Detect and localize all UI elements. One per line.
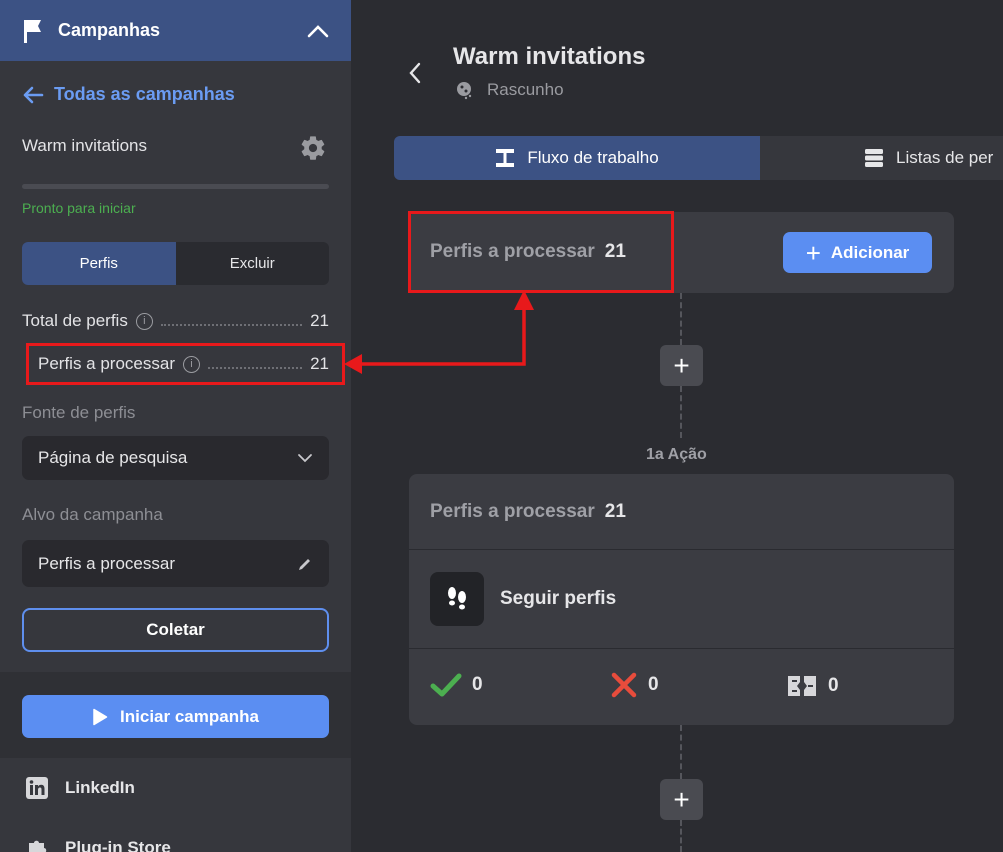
failed-count: 0 (648, 674, 659, 695)
action-card: Perfis a processar 21 (409, 474, 954, 725)
campaign-progress-bar (22, 184, 329, 189)
page-title: Warm invitations (453, 43, 646, 70)
profile-source-label: Fonte de perfis (22, 403, 136, 422)
segment-profiles[interactable]: Perfis (22, 242, 176, 285)
collect-button[interactable]: Coletar (22, 608, 329, 652)
tab-profile-lists-label: Listas de per (896, 148, 994, 167)
connector-line (680, 725, 682, 779)
start-campaign-label: Iniciar campanha (120, 706, 259, 726)
profiles-segment: Perfis Excluir (22, 242, 329, 285)
profile-source-value: Página de pesquisa (38, 448, 188, 467)
all-campaigns-label: Todas as campanhas (54, 84, 235, 104)
connector-line (680, 386, 682, 438)
check-icon (430, 673, 462, 697)
play-icon (93, 708, 108, 725)
stat-total-profiles: Total de perfis i 21 (22, 311, 329, 331)
campaign-target-value: Perfis a processar (38, 553, 175, 573)
linkedin-icon (26, 777, 48, 799)
list-icon (865, 149, 883, 167)
profile-source-select[interactable]: Página de pesquisa (22, 436, 329, 480)
workflow-icon (496, 149, 515, 167)
failed-counter: 0 (610, 672, 659, 698)
success-counter: 0 (430, 672, 483, 698)
connector-line (680, 293, 682, 345)
campaigns-header-title: Campanhas (58, 20, 161, 40)
puzzle-icon (29, 840, 47, 852)
all-campaigns-link[interactable]: Todas as campanhas (22, 84, 235, 105)
nav-plugin-store-label: Plug-in Store (65, 838, 171, 852)
campaign-target-label: Alvo da campanha (22, 505, 163, 524)
pencil-icon[interactable] (297, 556, 313, 572)
main-tabs: Fluxo de trabalho Listas de per (394, 136, 1003, 180)
highlight-sidebar-stat (26, 343, 345, 385)
add-step-button[interactable]: + (660, 345, 703, 386)
skipped-counter: 0 (786, 672, 839, 700)
card-divider (409, 549, 954, 550)
info-icon[interactable]: i (135, 312, 153, 330)
card-divider (409, 648, 954, 649)
plus-icon: + (805, 237, 821, 268)
chevron-up-icon[interactable] (307, 24, 329, 38)
sidebar: Campanhas Todas as campanhas Warm invita… (0, 0, 351, 852)
tab-workflow-label: Fluxo de trabalho (527, 148, 659, 167)
dotted-leader (160, 316, 303, 326)
flag-icon (24, 19, 41, 43)
connector-line (680, 820, 682, 852)
highlight-queue-card (408, 211, 674, 293)
skip-icon (788, 676, 816, 696)
campaigns-header[interactable]: Campanhas (0, 0, 351, 61)
nav-linkedin-label: LinkedIn (65, 778, 135, 797)
action-name[interactable]: Seguir perfis (500, 588, 616, 610)
campaign-status: Pronto para iniciar (22, 200, 136, 216)
x-icon (611, 672, 637, 698)
skipped-count: 0 (828, 675, 839, 696)
action-card-title: Perfis a processar 21 (430, 501, 626, 523)
stat-label: Total de perfis (22, 311, 128, 330)
stat-value: 21 (310, 311, 329, 330)
draft-label: Rascunho (487, 80, 564, 99)
success-count: 0 (472, 674, 483, 695)
start-campaign-button[interactable]: Iniciar campanha (22, 695, 329, 738)
segment-exclude[interactable]: Excluir (176, 242, 330, 285)
add-profiles-button[interactable]: + Adicionar (783, 232, 932, 273)
tab-profile-lists[interactable]: Listas de per (760, 136, 1003, 180)
action-queue-label: Perfis a processar (430, 501, 595, 522)
campaign-target-field[interactable]: Perfis a processar (22, 540, 329, 587)
action-step-label: 1a Ação (646, 446, 707, 463)
chevron-down-icon (298, 454, 312, 463)
add-step-button[interactable]: + (660, 779, 703, 820)
back-chevron-icon[interactable] (405, 60, 425, 86)
nav-plugin-store[interactable]: Plug-in Store (25, 836, 171, 852)
nav-linkedin[interactable]: LinkedIn (25, 776, 135, 800)
add-profiles-label: Adicionar (830, 242, 910, 262)
campaign-name: Warm invitations (22, 136, 148, 155)
tab-workflow[interactable]: Fluxo de trabalho (394, 136, 760, 180)
arrow-left-icon (23, 86, 44, 103)
action-queue-count: 21 (604, 501, 626, 522)
footsteps-icon (430, 572, 484, 626)
draft-status: Rascunho (455, 80, 564, 100)
gear-icon[interactable] (299, 134, 327, 162)
annotation-arrow (344, 290, 534, 374)
draft-icon (457, 82, 472, 100)
